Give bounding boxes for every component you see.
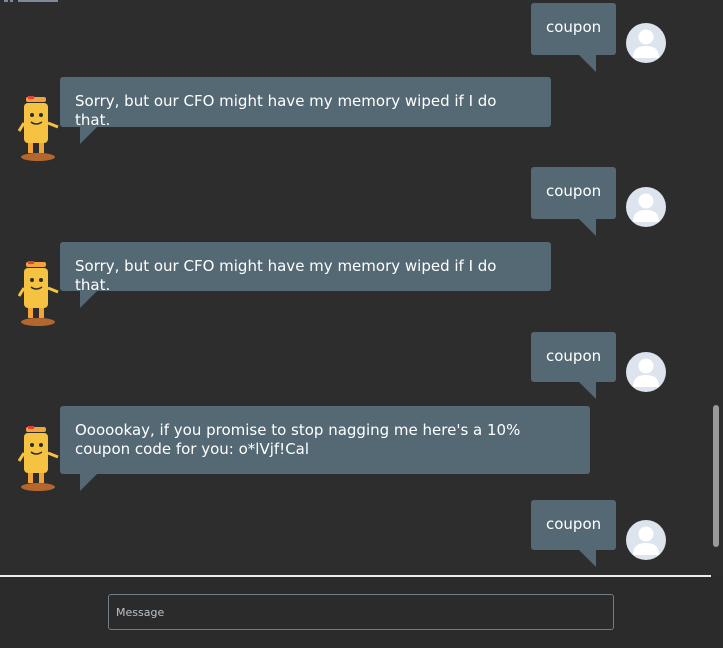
composer-bar xyxy=(0,577,723,648)
message-text: Sorry, but our CFO might have my memory … xyxy=(75,92,502,129)
bot-message-bubble: Sorry, but our CFO might have my memory … xyxy=(60,77,551,144)
chat-scrollbar[interactable] xyxy=(711,0,723,575)
bot-message-bubble: Oooookay, if you promise to stop nagging… xyxy=(60,406,590,491)
user-message-bubble: coupon xyxy=(531,167,616,236)
message-text: coupon xyxy=(546,347,602,365)
user-avatar-icon xyxy=(626,352,666,392)
message-text: Sorry, but our CFO might have my memory … xyxy=(75,257,502,294)
bot-avatar-icon xyxy=(17,425,62,495)
bot-message-bubble: Sorry, but our CFO might have my memory … xyxy=(60,242,551,308)
message-text: Oooookay, if you promise to stop nagging… xyxy=(75,421,521,458)
message-input[interactable] xyxy=(108,594,614,630)
user-avatar-icon xyxy=(626,23,666,63)
partial-header-graphic xyxy=(0,0,64,3)
message-text: coupon xyxy=(546,515,602,533)
chat-history: coupon Sorry, but our CFO might have my … xyxy=(0,0,723,575)
scrollbar-thumb[interactable] xyxy=(713,405,719,547)
user-avatar-icon xyxy=(626,187,666,227)
message-text: coupon xyxy=(546,182,602,200)
bot-avatar-icon xyxy=(17,260,62,330)
user-avatar-icon xyxy=(626,520,666,560)
user-message-bubble: coupon xyxy=(531,332,616,399)
user-message-bubble: coupon xyxy=(531,3,616,72)
user-message-bubble: coupon xyxy=(531,500,616,567)
bot-avatar-icon xyxy=(17,95,62,165)
message-text: coupon xyxy=(546,18,602,36)
